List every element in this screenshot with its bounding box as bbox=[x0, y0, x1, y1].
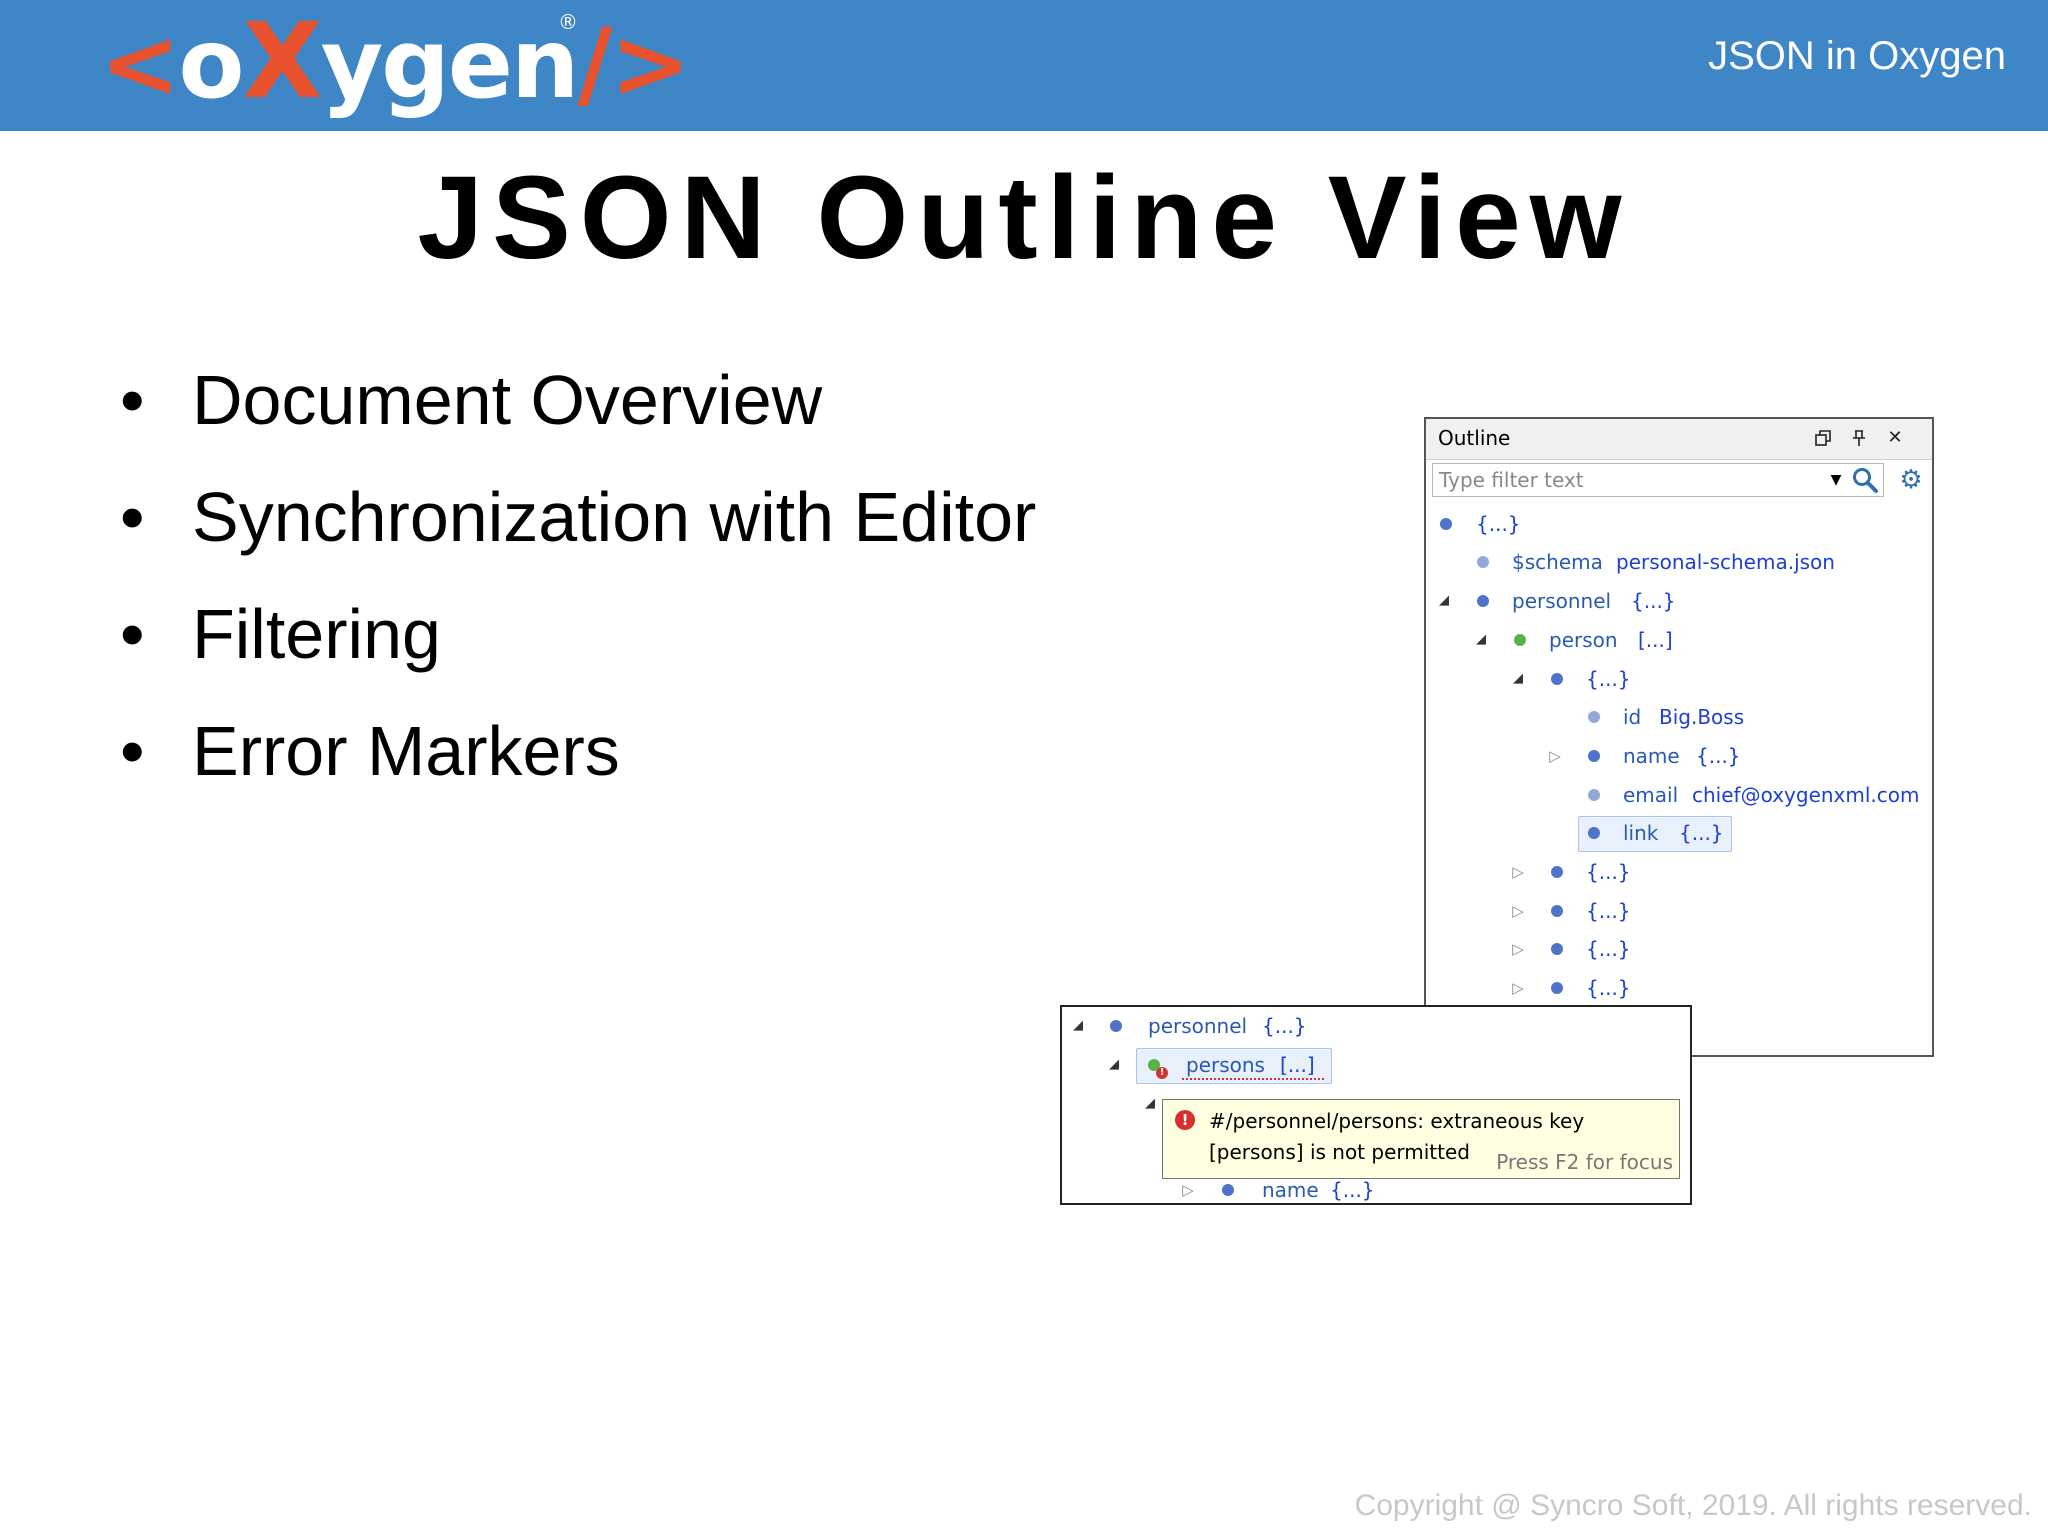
pin-icon[interactable] bbox=[1846, 425, 1872, 451]
bullet-item: Synchronization with Editor bbox=[120, 469, 1036, 586]
object-node-icon bbox=[1551, 866, 1563, 878]
property-node-icon bbox=[1588, 789, 1600, 801]
node-value: {...} bbox=[1586, 976, 1631, 1000]
error-underline bbox=[1182, 1076, 1324, 1080]
collapsed-toggle-icon[interactable]: ▷ bbox=[1510, 892, 1526, 930]
tree-node-object[interactable]: ▷ {...} bbox=[1426, 892, 1932, 930]
outline-view: Outline ✕ ▼ ⚙ {...} $schema personal-sch… bbox=[1424, 417, 1934, 1057]
oxygen-logo: <oXygen/> ® bbox=[100, 0, 691, 122]
error-badge-icon: ! bbox=[1156, 1067, 1168, 1079]
bullet-list: Document Overview Synchronization with E… bbox=[120, 352, 1036, 820]
node-value: {...} bbox=[1586, 899, 1631, 923]
outline-tree: {...} $schema personal-schema.json ◢ per… bbox=[1426, 505, 1932, 1055]
node-key: link bbox=[1623, 821, 1659, 845]
node-key: personnel bbox=[1512, 589, 1612, 613]
node-value: {...} bbox=[1476, 512, 1521, 536]
node-key: $schema bbox=[1512, 550, 1603, 574]
slide-title: JSON Outline View bbox=[417, 152, 1631, 284]
error-marker-inset: ◢ personnel {...} ◢ ! persons [...] ◢ ▷ … bbox=[1060, 1005, 1692, 1205]
tree-node-email[interactable]: email chief@oxygenxml.com bbox=[1426, 776, 1932, 814]
search-icon[interactable] bbox=[1850, 465, 1880, 495]
tree-node-link[interactable]: link {...} bbox=[1426, 814, 1932, 852]
node-key: personnel bbox=[1148, 1014, 1248, 1038]
node-value: {...} bbox=[1631, 589, 1676, 613]
object-node-icon bbox=[1477, 595, 1489, 607]
collapsed-toggle-icon[interactable]: ▷ bbox=[1510, 853, 1526, 891]
tree-node-object[interactable]: ◢ {...} bbox=[1426, 660, 1932, 698]
node-value: {...} bbox=[1679, 821, 1724, 845]
node-key: email bbox=[1623, 783, 1679, 807]
focus-hint: Press F2 for focus bbox=[1496, 1150, 1673, 1174]
node-value: Big.Boss bbox=[1659, 705, 1745, 729]
header-bar: <oXygen/> ® JSON in Oxygen bbox=[0, 0, 2048, 131]
tree-node-person[interactable]: ◢ person [...] bbox=[1426, 621, 1932, 659]
tree-node-personnel[interactable]: ◢ personnel {...} bbox=[1426, 582, 1932, 620]
node-value: {...} bbox=[1586, 667, 1631, 691]
property-node-icon bbox=[1588, 711, 1600, 723]
tree-node-object[interactable]: ▷ {...} bbox=[1426, 930, 1932, 968]
copyright-notice: Copyright @ Syncro Soft, 2019. All right… bbox=[1354, 1489, 2032, 1522]
object-node-icon bbox=[1551, 943, 1563, 955]
expanded-toggle-icon[interactable]: ◢ bbox=[1473, 621, 1489, 659]
filter-row: ▼ ⚙ bbox=[1432, 463, 1926, 499]
array-node-icon bbox=[1514, 634, 1526, 646]
object-node-icon bbox=[1110, 1020, 1122, 1032]
node-value: [...] bbox=[1638, 628, 1673, 652]
filter-input[interactable] bbox=[1432, 463, 1884, 497]
tree-node-root[interactable]: {...} bbox=[1426, 505, 1932, 543]
node-value: {...} bbox=[1586, 860, 1631, 884]
bullet-item: Error Markers bbox=[120, 703, 1036, 820]
tree-node-personnel[interactable]: ◢ personnel {...} bbox=[1062, 1007, 1690, 1045]
tree-node-schema[interactable]: $schema personal-schema.json bbox=[1426, 543, 1932, 581]
tree-node-persons[interactable]: ◢ ! persons [...] bbox=[1062, 1046, 1690, 1084]
tree-node-id[interactable]: id Big.Boss bbox=[1426, 698, 1932, 736]
object-node-icon bbox=[1588, 750, 1600, 762]
bullet-item: Document Overview bbox=[120, 352, 1036, 469]
property-node-icon bbox=[1477, 556, 1489, 568]
dropdown-arrow-icon[interactable]: ▼ bbox=[1826, 467, 1846, 493]
node-value: {...} bbox=[1586, 937, 1631, 961]
object-node-icon bbox=[1222, 1184, 1234, 1196]
bullet-item: Filtering bbox=[120, 586, 1036, 703]
expanded-toggle-icon[interactable]: ◢ bbox=[1436, 582, 1452, 620]
object-node-icon bbox=[1551, 905, 1563, 917]
collapsed-toggle-icon[interactable]: ▷ bbox=[1510, 930, 1526, 968]
node-key: id bbox=[1623, 705, 1642, 729]
node-value: personal-schema.json bbox=[1616, 550, 1835, 574]
expanded-toggle-icon[interactable]: ◢ bbox=[1510, 660, 1526, 698]
node-value: {...} bbox=[1696, 744, 1741, 768]
object-node-icon bbox=[1440, 518, 1452, 530]
error-icon: ! bbox=[1175, 1110, 1195, 1130]
header-title: JSON in Oxygen bbox=[1708, 34, 2006, 78]
tree-node-object[interactable]: ▷ {...} bbox=[1426, 853, 1932, 891]
gear-icon[interactable]: ⚙ bbox=[1896, 465, 1926, 495]
outline-title: Outline bbox=[1438, 426, 1511, 450]
collapsed-toggle-icon[interactable]: ▷ bbox=[1547, 737, 1563, 775]
object-node-icon bbox=[1588, 827, 1600, 839]
object-node-icon bbox=[1551, 673, 1563, 685]
expanded-toggle-icon[interactable]: ◢ bbox=[1070, 1007, 1086, 1045]
node-key: name bbox=[1623, 744, 1680, 768]
object-node-icon bbox=[1551, 982, 1563, 994]
collapsed-toggle-icon[interactable]: ▷ bbox=[1510, 969, 1526, 1007]
restore-icon[interactable] bbox=[1810, 425, 1836, 451]
node-key: person bbox=[1549, 628, 1618, 652]
close-icon[interactable]: ✕ bbox=[1882, 425, 1908, 451]
node-value: {...} bbox=[1262, 1014, 1307, 1038]
tree-node-name[interactable]: ▷ name {...} bbox=[1426, 737, 1932, 775]
error-message-line: #/personnel/persons: extraneous key bbox=[1209, 1109, 1585, 1133]
error-tooltip: ! #/personnel/persons: extraneous key [p… bbox=[1162, 1099, 1680, 1179]
node-value: chief@oxygenxml.com bbox=[1692, 783, 1920, 807]
expanded-toggle-icon[interactable]: ◢ bbox=[1142, 1085, 1158, 1123]
outline-header: Outline ✕ bbox=[1426, 419, 1932, 460]
tree-node-object[interactable]: ▷ {...} bbox=[1426, 969, 1932, 1007]
expanded-toggle-icon[interactable]: ◢ bbox=[1106, 1046, 1122, 1084]
